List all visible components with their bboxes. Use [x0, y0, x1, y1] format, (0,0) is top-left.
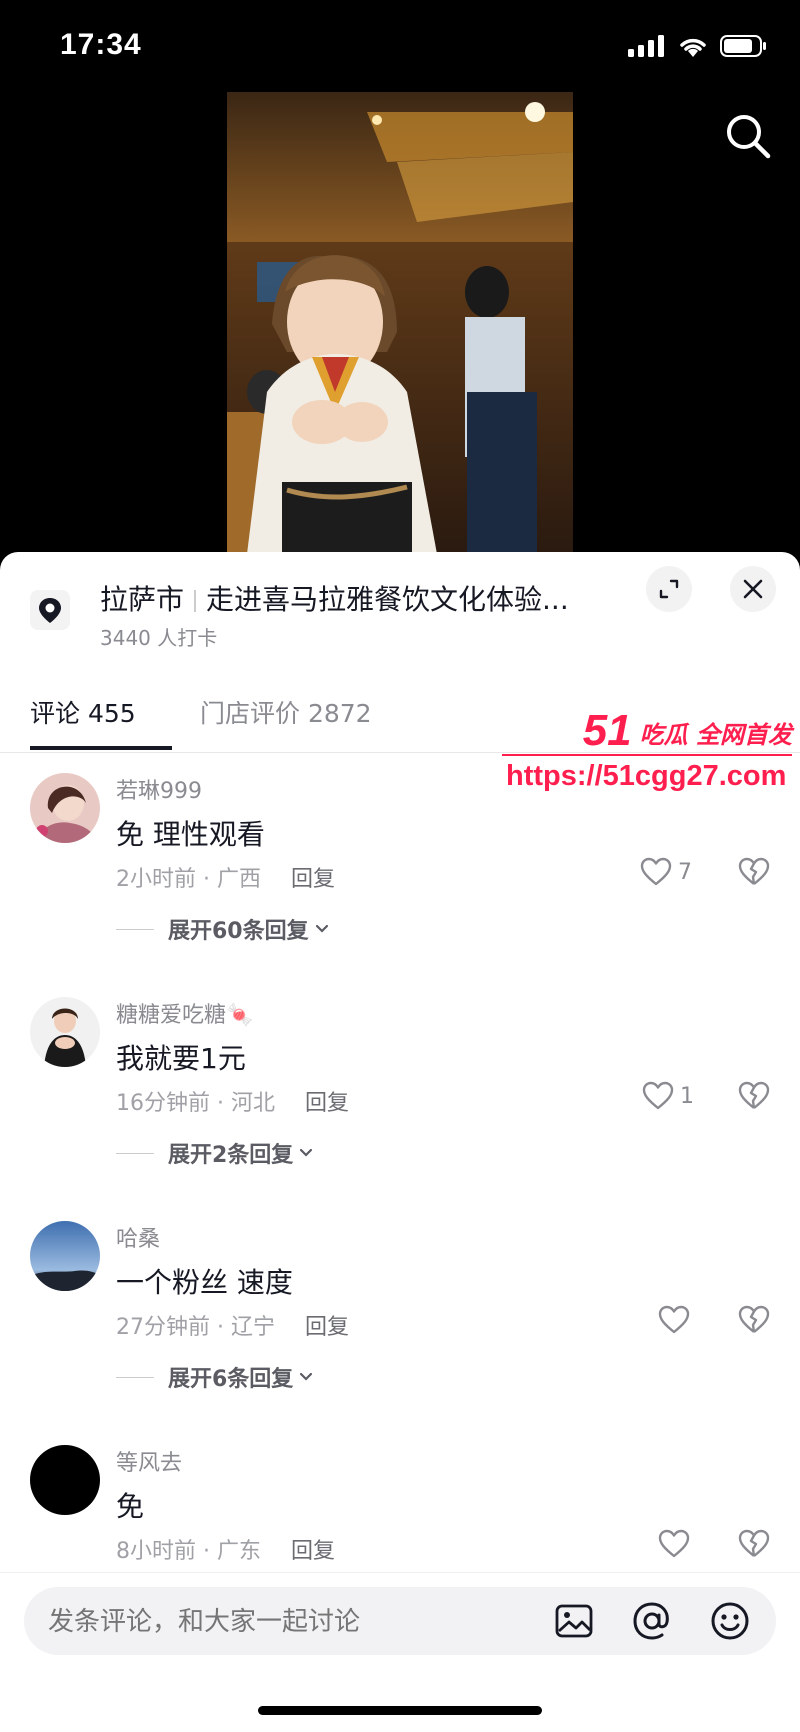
video-frame[interactable]: [227, 92, 573, 554]
heart-icon: [658, 1305, 690, 1334]
tab-store-reviews[interactable]: 门店评价 2872: [200, 694, 372, 730]
tab-comments[interactable]: 评论 455: [30, 694, 136, 730]
heart-icon: [640, 857, 672, 886]
expand-replies-label: 展开2条回复: [168, 1143, 294, 1168]
avatar[interactable]: [30, 1221, 100, 1291]
comment-item: 糖糖爱吃糖🍬 我就要1元 16分钟前 · 河北 回复 1 展开2条回复: [0, 977, 800, 1201]
comment-text: 我就要1元: [116, 1042, 246, 1075]
home-indicator[interactable]: [258, 1706, 542, 1715]
status-bar: 17:34: [0, 0, 800, 92]
expand-button[interactable]: [646, 566, 692, 612]
checkin-count: 3440 人打卡: [100, 626, 218, 650]
avatar[interactable]: [30, 997, 100, 1067]
expand-replies-label: 展开60条回复: [168, 919, 309, 944]
reply-button[interactable]: 回复: [291, 867, 335, 892]
watermark: 51 吃瓜 全网首发 https://51cgg27.com: [500, 706, 800, 806]
location-title[interactable]: 拉萨市 走进喜马拉雅餐饮文化体验...: [100, 578, 569, 618]
comment-text: 免 理性观看: [116, 818, 265, 851]
comment-input-box[interactable]: [24, 1587, 776, 1657]
reply-button[interactable]: 回复: [291, 1539, 335, 1564]
heart-icon: [658, 1529, 690, 1558]
expand-line: [116, 928, 154, 930]
chevron-down-icon: [315, 924, 328, 933]
video-thumbnail: [227, 92, 573, 554]
wifi-icon: [680, 38, 706, 57]
like-count: 7: [678, 859, 692, 885]
like-button[interactable]: [658, 1305, 696, 1335]
chevron-down-icon: [300, 1372, 313, 1381]
reply-button[interactable]: 回复: [305, 1315, 349, 1340]
comment-username[interactable]: 若琳999: [116, 773, 202, 805]
comment-input[interactable]: [46, 1587, 530, 1657]
comment-meta: 27分钟前 · 辽宁 回复: [116, 1309, 349, 1341]
comment-item: 哈桑 一个粉丝 速度 27分钟前 · 辽宁 回复 展开6条回复: [0, 1201, 800, 1425]
comment-text: 一个粉丝 速度: [116, 1266, 293, 1299]
comment-meta: 16分钟前 · 河北 回复: [116, 1085, 349, 1117]
expand-replies-label: 展开6条回复: [168, 1367, 294, 1392]
avatar[interactable]: [30, 773, 100, 843]
close-button[interactable]: [730, 566, 776, 612]
watermark-url: https://51cgg27.com: [506, 760, 787, 792]
comment-username[interactable]: 等风去: [116, 1445, 182, 1477]
chevron-down-icon: [300, 1148, 313, 1157]
battery-icon: [720, 35, 766, 57]
expand-line: [116, 1152, 154, 1154]
expand-replies[interactable]: 展开2条回复: [116, 1137, 315, 1169]
watermark-line: [502, 754, 792, 756]
watermark-brand: 51 吃瓜 全网首发: [583, 706, 792, 756]
location-header[interactable]: 拉萨市 走进喜马拉雅餐饮文化体验... 3440 人打卡: [0, 552, 800, 672]
expand-replies[interactable]: 展开60条回复: [116, 913, 331, 945]
status-time: 17:34: [60, 28, 142, 61]
broken-heart-icon: [738, 1305, 770, 1333]
broken-heart-icon: [738, 1081, 770, 1109]
broken-heart-icon: [738, 857, 770, 885]
comment-meta: 8小时前 · 广东 回复: [116, 1533, 335, 1565]
avatar[interactable]: [30, 1445, 100, 1515]
comment-username[interactable]: 哈桑: [116, 1221, 160, 1253]
comment-username[interactable]: 糖糖爱吃糖🍬: [116, 997, 253, 1029]
status-icons: [628, 34, 768, 58]
location-name: 走进喜马拉雅餐饮文化体验...: [206, 583, 569, 616]
like-button[interactable]: 1: [642, 1081, 694, 1111]
search-icon[interactable]: [724, 112, 772, 160]
dislike-button[interactable]: [738, 1305, 770, 1337]
broken-heart-icon: [738, 1529, 770, 1557]
image-icon[interactable]: [554, 1601, 594, 1641]
emoji-icon[interactable]: [710, 1601, 750, 1641]
close-icon: [743, 579, 763, 599]
like-button[interactable]: 7: [640, 857, 692, 887]
comment-time-location: 27分钟前 · 辽宁: [116, 1315, 275, 1340]
expand-line: [116, 1376, 154, 1378]
location-pin-icon: [30, 590, 70, 630]
reply-button[interactable]: 回复: [305, 1091, 349, 1116]
comment-time-location: 16分钟前 · 河北: [116, 1091, 275, 1116]
dislike-button[interactable]: [738, 1081, 770, 1113]
comment-time-location: 8小时前 · 广东: [116, 1539, 261, 1564]
mention-icon[interactable]: [632, 1601, 672, 1641]
title-divider: [194, 590, 197, 612]
like-button[interactable]: [658, 1529, 696, 1559]
comment-item: 等风去 免 8小时前 · 广东 回复: [0, 1425, 800, 1575]
watermark-slogan: 吃瓜 全网首发: [639, 721, 792, 749]
comment-meta: 2小时前 · 广西 回复: [116, 861, 335, 893]
expand-replies[interactable]: 展开6条回复: [116, 1361, 315, 1393]
heart-icon: [642, 1081, 674, 1110]
watermark-number: 51: [582, 706, 632, 755]
active-tab-indicator: [30, 746, 172, 750]
like-count: 1: [680, 1083, 694, 1109]
comment-text: 免: [116, 1490, 145, 1523]
dislike-button[interactable]: [738, 1529, 770, 1561]
comment-time-location: 2小时前 · 广西: [116, 867, 261, 892]
dislike-button[interactable]: [738, 857, 770, 889]
expand-icon: [659, 579, 679, 599]
signal-icon: [628, 35, 664, 57]
location-city: 拉萨市: [100, 583, 185, 616]
video-player[interactable]: [0, 92, 800, 554]
